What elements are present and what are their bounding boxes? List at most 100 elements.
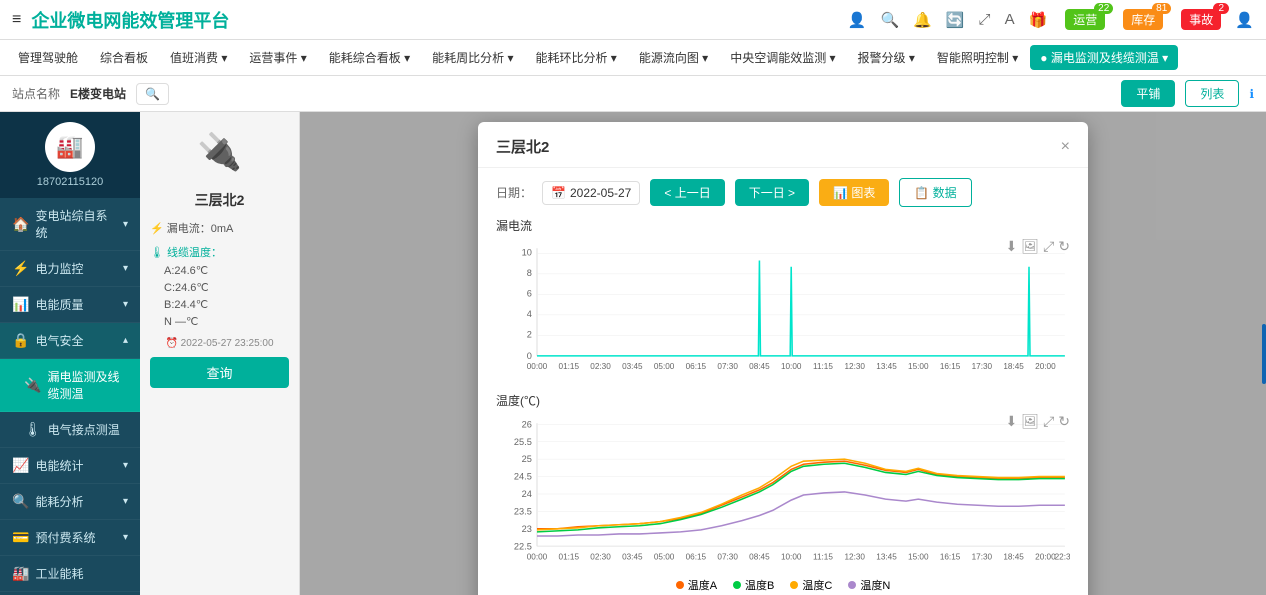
wire-temp-a: A:24.6℃ [150, 262, 289, 279]
station-label: 站点名称 [12, 85, 60, 102]
list-view-btn[interactable]: 列表 [1185, 80, 1239, 107]
header: ≡ 企业微电网能效管理平台 👤 🔍 🔔 🔄 ⤢ A 🎁 运营 22 库存 81 … [0, 0, 1266, 40]
svg-text:2: 2 [527, 329, 532, 339]
gift-icon[interactable]: 🎁 [1029, 11, 1048, 29]
svg-text:4: 4 [527, 309, 532, 319]
sidebar-item-power[interactable]: ⚡ 电力监控 ▾ [0, 251, 140, 287]
svg-text:23: 23 [522, 523, 532, 533]
sidebar-logo-area: 🏭 18702115120 [0, 112, 140, 198]
substation-icon: 🏠 [12, 216, 29, 233]
chevron-down-icon: ▾ [123, 496, 128, 507]
inventory-count: 81 [1152, 3, 1171, 14]
sidebar-item-industrial[interactable]: 🏭 工业能耗 [0, 556, 140, 592]
sidebar-item-label: 漏电监测及线缆测温 [47, 368, 128, 402]
refresh-chart-icon[interactable]: ↻ [1058, 238, 1070, 255]
search-icon[interactable]: 🔍 [880, 11, 899, 29]
legend-temp-b: 温度B [733, 577, 774, 593]
sidebar-item-safety[interactable]: 🔒 电气安全 ▴ [0, 323, 140, 359]
nav-item-leak[interactable]: ● 漏电监测及线缆测温 ▾ [1030, 45, 1178, 70]
app-title: 企业微电网能效管理平台 [31, 7, 847, 33]
sidebar-item-energy-stats[interactable]: 📈 电能统计 ▾ [0, 448, 140, 484]
menu-icon[interactable]: ≡ [12, 11, 21, 29]
bell-icon[interactable]: 🔔 [913, 11, 932, 29]
main-layout: 🏭 18702115120 🏠 变电站综自系统 ▾ ⚡ 电力监控 ▾ 📊 电能质… [0, 112, 1266, 595]
download-icon[interactable]: ⬇ [1006, 238, 1018, 255]
sidebar-item-label: 电力监控 [35, 260, 83, 277]
chevron-down-icon: ▾ [123, 532, 128, 543]
sidebar-item-label: 电气接点测温 [48, 421, 120, 438]
tile-view-btn[interactable]: 平铺 [1121, 80, 1175, 107]
temp-title: 温度(℃) [496, 392, 1070, 409]
legend-dot-b [733, 581, 741, 589]
station-search-btn[interactable]: 🔍 [136, 83, 169, 105]
sidebar-item-energy-analysis[interactable]: 🔍 能耗分析 ▾ [0, 484, 140, 520]
modal-close-button[interactable]: × [1061, 138, 1070, 156]
legend-label-b: 温度B [745, 577, 774, 593]
nav-item-board[interactable]: 综合看板 [90, 45, 158, 70]
legend-temp-a: 温度A [676, 577, 717, 593]
svg-text:18:45: 18:45 [1003, 552, 1024, 561]
svg-text:02:30: 02:30 [590, 552, 611, 561]
legend-dot-c [790, 581, 798, 589]
user-avatar[interactable]: 👤 [1235, 11, 1254, 29]
svg-text:10:00: 10:00 [781, 362, 802, 371]
svg-text:02:30: 02:30 [590, 362, 611, 371]
svg-text:6: 6 [527, 288, 532, 298]
expand-icon[interactable]: ⤢ [1043, 238, 1054, 255]
sidebar-item-label: 预付费系统 [35, 529, 95, 546]
query-button[interactable]: 查询 [150, 357, 289, 388]
download-icon-2[interactable]: ⬇ [1006, 413, 1018, 430]
nav-item-monthly[interactable]: 能耗环比分析 ▾ [525, 45, 626, 70]
svg-text:24: 24 [522, 489, 532, 499]
sidebar-item-contact-temp[interactable]: 🌡 电气接点测温 [0, 412, 140, 448]
info-icon[interactable]: ℹ [1249, 87, 1254, 101]
nav-item-weekly[interactable]: 能耗周比分析 ▾ [422, 45, 523, 70]
modal-toolbar: 日期： 📅 2022-05-27 < 上一日 下一日 > 📊 图表 📋 [478, 168, 1088, 217]
fullscreen-icon[interactable]: ⤢ [979, 11, 991, 28]
prev-day-button[interactable]: < 上一日 [650, 179, 724, 206]
data-icon: 📋 [914, 186, 929, 200]
nav-item-event[interactable]: 运营事件 ▾ [239, 45, 316, 70]
inventory-badge[interactable]: 库存 81 [1119, 9, 1163, 30]
modal-dialog: 三层北2 × 日期： 📅 2022-05-27 < 上一日 下一日 > � [478, 122, 1088, 595]
industrial-icon: 🏭 [12, 565, 29, 582]
expand-icon-2[interactable]: ⤢ [1043, 413, 1054, 430]
person-icon[interactable]: 👤 [848, 11, 867, 29]
next-day-button[interactable]: 下一日 > [735, 179, 809, 206]
svg-text:0: 0 [527, 351, 532, 361]
sidebar-item-quality[interactable]: 📊 电能质量 ▾ [0, 287, 140, 323]
sidebar-item-prepaid[interactable]: 💳 预付费系统 ▾ [0, 520, 140, 556]
refresh-icon[interactable]: 🔄 [946, 11, 965, 29]
date-input[interactable]: 📅 2022-05-27 [542, 181, 640, 205]
device-info: ⚡ 漏电流：0mA 🌡 线缆温度： A:24.6℃ C:24.6℃ B:24.4… [150, 218, 289, 330]
device-icon: 🔌 [190, 122, 250, 182]
nav-item-dashboard[interactable]: 管理驾驶舱 [8, 45, 88, 70]
sidebar-item-substation[interactable]: 🏠 变电站综自系统 ▾ [0, 198, 140, 251]
svg-text:8: 8 [527, 268, 532, 278]
nav-item-flow[interactable]: 能源流向图 ▾ [629, 45, 718, 70]
data-view-button[interactable]: 📋 数据 [899, 178, 971, 207]
font-icon[interactable]: A [1005, 11, 1015, 28]
svg-text:26: 26 [522, 419, 532, 429]
power-icon: ⚡ [12, 260, 29, 277]
safety-icon: 🔒 [12, 332, 29, 349]
calendar-icon: 📅 [551, 186, 566, 200]
screenshot-icon-2[interactable]: 🖼 [1021, 413, 1039, 430]
screenshot-icon[interactable]: 🖼 [1021, 238, 1039, 255]
nav-item-alarm[interactable]: 报警分级 ▾ [848, 45, 925, 70]
svg-text:24.5: 24.5 [514, 471, 532, 481]
refresh-chart-icon-2[interactable]: ↻ [1058, 413, 1070, 430]
nav-item-lighting[interactable]: 智能照明控制 ▾ [927, 45, 1028, 70]
sidebar-item-leak[interactable]: 🔌 漏电监测及线缆测温 [0, 359, 140, 412]
svg-text:05:00: 05:00 [654, 362, 675, 371]
sub-header: 站点名称 E楼变电站 🔍 平铺 列表 ℹ [0, 76, 1266, 112]
chart-view-button[interactable]: 📊 图表 [819, 179, 889, 206]
accident-count: 2 [1213, 3, 1229, 14]
accident-badge[interactable]: 事故 2 [1177, 9, 1221, 30]
ops-badge[interactable]: 运营 22 [1061, 9, 1105, 30]
right-area: 三层北2 × 日期： 📅 2022-05-27 < 上一日 下一日 > � [300, 112, 1266, 595]
nav-item-duty[interactable]: 值班消费 ▾ [160, 45, 237, 70]
nav-item-ac[interactable]: 中央空调能效监测 ▾ [720, 45, 845, 70]
leak-current-section: 漏电流 ⬇ 🖼 ⤢ ↻ [496, 217, 1070, 382]
nav-item-energy-board[interactable]: 能耗综合看板 ▾ [319, 45, 420, 70]
